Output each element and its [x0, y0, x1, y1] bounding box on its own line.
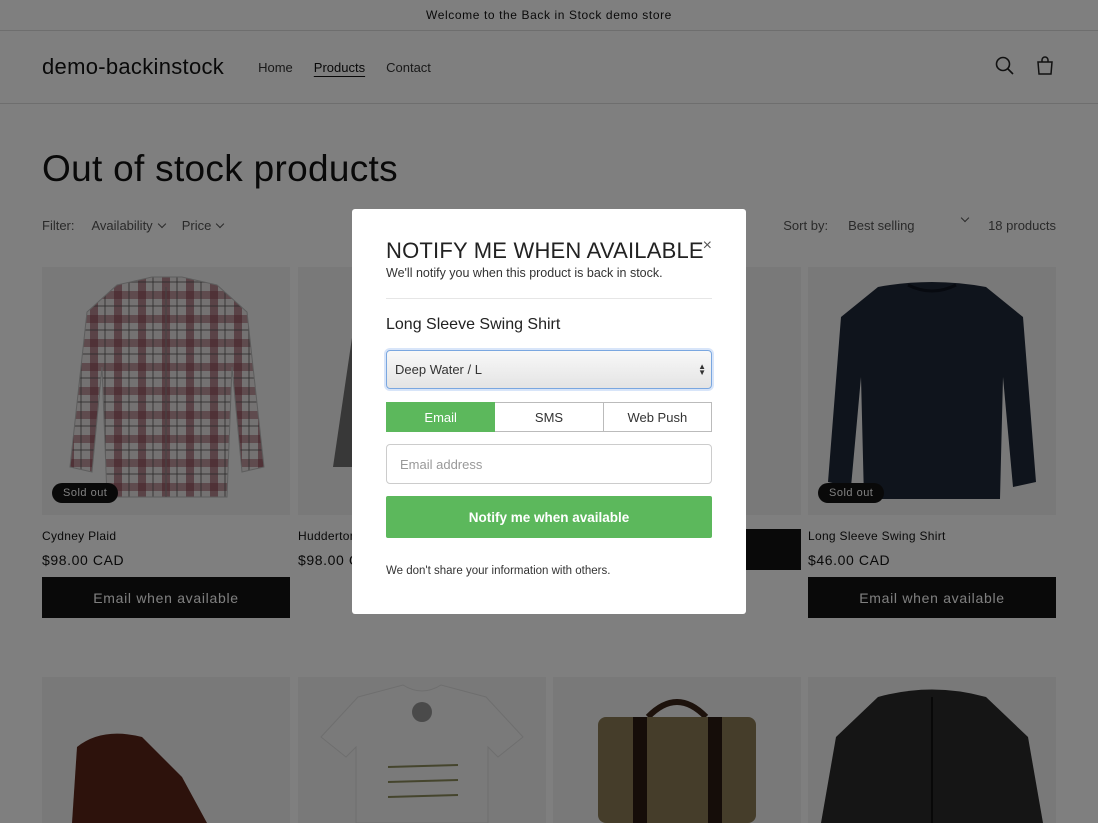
close-icon[interactable]: × — [703, 237, 712, 255]
variant-value: Deep Water / L — [395, 362, 482, 377]
modal-product-name: Long Sleeve Swing Shirt — [386, 316, 561, 333]
select-arrows-icon: ▲ ▼ — [698, 362, 706, 377]
privacy-note: We don't share your information with oth… — [386, 565, 611, 577]
email-placeholder: Email address — [400, 456, 483, 472]
notify-button[interactable]: Notify me when available — [386, 496, 712, 538]
tab-sms[interactable]: SMS — [495, 402, 604, 432]
tab-email[interactable]: Email — [386, 402, 496, 432]
modal-subtitle: We'll notify you when this product is ba… — [386, 266, 663, 280]
tab-web-push[interactable]: Web Push — [603, 402, 712, 432]
modal-title: NOTIFY ME WHEN AVAILABLE — [386, 238, 704, 263]
modal-divider — [386, 298, 712, 299]
channel-tabs: Email SMS Web Push — [386, 402, 712, 432]
variant-select[interactable]: Deep Water / L ▲ ▼ — [386, 350, 712, 389]
notify-modal: NOTIFY ME WHEN AVAILABLE We'll notify yo… — [352, 209, 746, 614]
email-field[interactable]: Email address — [386, 444, 712, 484]
